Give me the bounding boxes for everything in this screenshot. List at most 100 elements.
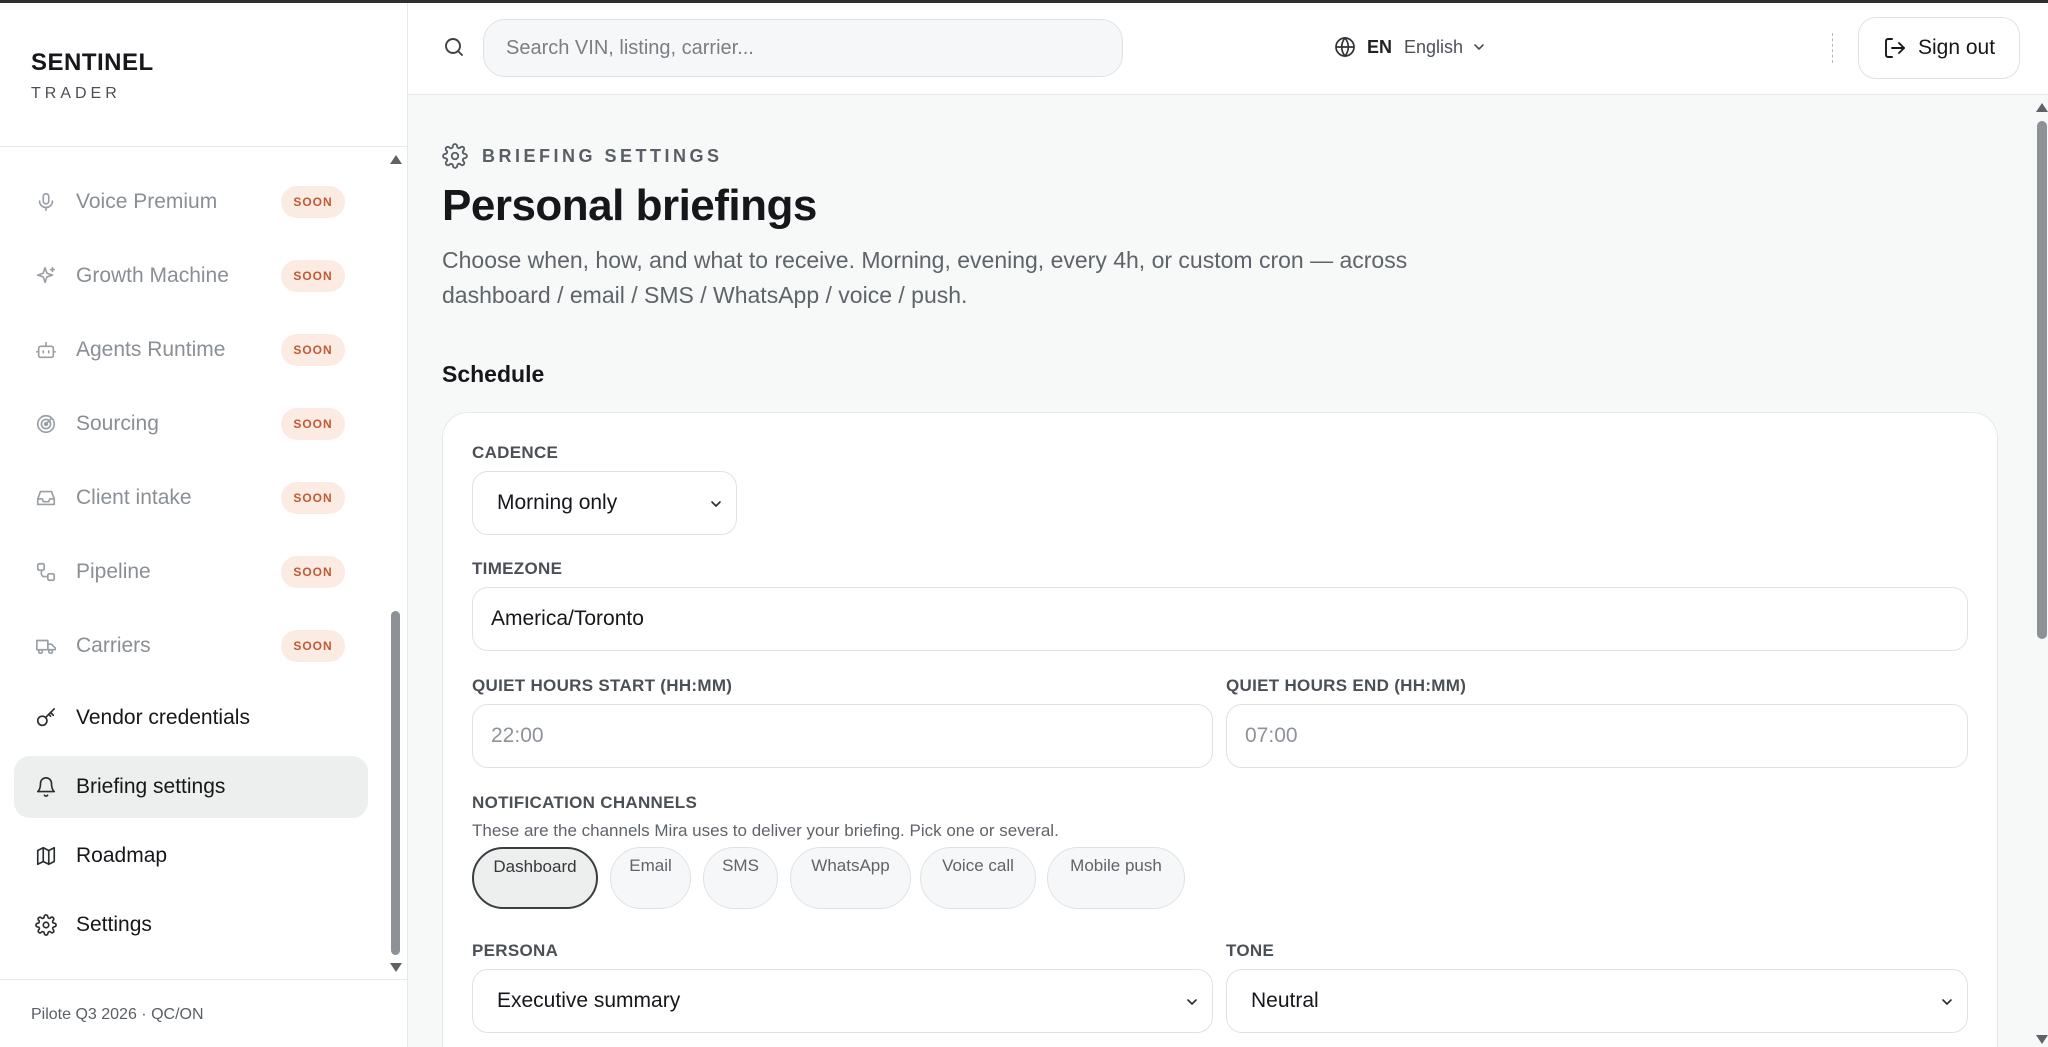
search-icon — [445, 38, 463, 56]
chevron-down-icon — [711, 501, 721, 507]
channel-chip-sms[interactable]: SMS — [703, 847, 778, 909]
page-title: Personal briefings — [442, 181, 817, 230]
language-code: EN — [1367, 36, 1393, 57]
persona-select[interactable]: Executive summary — [472, 969, 1213, 1033]
sidebar-item-label: Roadmap — [76, 844, 168, 867]
sidebar-item-label: Client intake — [76, 486, 192, 509]
workflow-icon — [36, 562, 56, 582]
sidebar-item-growth-machine[interactable]: Growth Machine SOON — [14, 245, 368, 307]
main-scroll-up-arrow[interactable] — [2036, 103, 2048, 112]
section-title: Schedule — [442, 361, 545, 387]
sidebar-item-briefing-settings[interactable]: Briefing settings — [14, 756, 368, 818]
persona-value: Executive summary — [497, 989, 681, 1012]
inbox-icon — [36, 490, 56, 506]
soon-badge: SOON — [281, 260, 345, 292]
soon-badge: SOON — [281, 408, 345, 440]
radar-icon — [36, 414, 56, 434]
sidebar-item-roadmap[interactable]: Roadmap — [14, 825, 368, 887]
tone-label: TONE — [1226, 941, 1275, 960]
eyebrow-text: BRIEFING SETTINGS — [482, 145, 723, 166]
quiet-hours-start-label: QUIET HOURS START (HH:MM) — [472, 676, 733, 695]
page-description: Choose when, how, and what to receive. M… — [442, 247, 1408, 308]
brand-name: SENTINEL — [31, 49, 154, 76]
channel-chip-dashboard[interactable]: Dashboard — [472, 847, 598, 909]
persona-label: PERSONA — [472, 941, 559, 960]
top-header: EN English Sign out — [408, 3, 2048, 95]
main-content: BRIEFING SETTINGS Personal briefings Cho… — [408, 95, 2048, 1047]
channel-chip-email[interactable]: Email — [610, 847, 691, 909]
sidebar-scroll-down-arrow[interactable] — [390, 963, 402, 972]
bell-icon — [36, 777, 56, 798]
sidebar-item-sourcing[interactable]: Sourcing SOON — [14, 393, 368, 455]
quiet-hours-start-input[interactable]: 22:00 — [472, 704, 1213, 768]
notification-channels-helper: These are the channels Mira uses to deli… — [472, 821, 1059, 840]
main-scrollbar-thumb[interactable] — [2037, 121, 2047, 639]
language-selector[interactable]: EN English — [1333, 35, 1487, 59]
channel-chip-label: WhatsApp — [811, 856, 890, 875]
tone-select[interactable]: Neutral — [1226, 969, 1968, 1033]
sidebar: SENTINEL TRADER Voice Premium SOON Growt… — [0, 3, 408, 1047]
channel-chip-label: SMS — [722, 856, 759, 875]
soon-badge: SOON — [281, 334, 345, 366]
tone-value: Neutral — [1251, 989, 1319, 1012]
sidebar-item-pipeline[interactable]: Pipeline SOON — [14, 541, 368, 603]
divider — [0, 146, 408, 147]
sidebar-item-settings[interactable]: Settings — [14, 894, 368, 956]
sidebar-item-label: Voice Premium — [76, 190, 218, 213]
sidebar-item-label: Settings — [76, 913, 152, 936]
log-out-icon — [1885, 38, 1905, 58]
gear-icon — [35, 914, 57, 936]
header-divider — [1832, 33, 1833, 63]
brand-logo[interactable]: SENTINEL TRADER — [31, 49, 154, 103]
sidebar-footer-text: Pilote Q3 2026 · QC/ON — [31, 1006, 204, 1023]
sidebar-item-label: Growth Machine — [76, 264, 229, 287]
channel-chip-whatsapp[interactable]: WhatsApp — [790, 847, 911, 909]
sidebar-item-vendor-credentials[interactable]: Vendor credentials — [14, 687, 368, 749]
key-icon — [36, 708, 56, 727]
quiet-hours-end-input[interactable]: 07:00 — [1226, 704, 1968, 768]
channel-chip-label: Mobile push — [1070, 856, 1162, 875]
chevron-down-icon — [1942, 999, 1952, 1005]
brand-sub: TRADER — [31, 85, 121, 102]
quiet-hours-end-label: QUIET HOURS END (HH:MM) — [1226, 676, 1467, 695]
sidebar-item-label: Briefing settings — [76, 775, 226, 798]
soon-badge: SOON — [281, 186, 345, 218]
cadence-select[interactable]: Morning only — [472, 471, 737, 535]
chevron-down-icon — [1187, 999, 1197, 1005]
sidebar-scrollbar-thumb[interactable] — [391, 611, 400, 955]
timezone-field[interactable]: America/Toronto — [472, 587, 1968, 651]
main-scroll-down-arrow[interactable] — [2036, 1035, 2048, 1044]
timezone-label: TIMEZONE — [472, 559, 563, 578]
soon-badge: SOON — [281, 482, 345, 514]
gear-icon — [442, 143, 468, 169]
sidebar-item-label: Vendor credentials — [76, 706, 250, 729]
globe-icon — [1335, 36, 1355, 58]
cadence-label: CADENCE — [472, 443, 559, 462]
sidebar-item-client-intake[interactable]: Client intake SOON — [14, 467, 368, 529]
quiet-hours-start-placeholder: 22:00 — [491, 724, 544, 747]
sidebar-item-agents-runtime[interactable]: Agents Runtime SOON — [14, 319, 368, 381]
timezone-value: America/Toronto — [491, 607, 644, 630]
channel-chip-voice-call[interactable]: Voice call — [920, 847, 1036, 909]
microphone-icon — [38, 192, 54, 212]
channel-chip-label: Dashboard — [493, 857, 577, 876]
sidebar-scroll-up-arrow[interactable] — [390, 155, 402, 164]
language-name: English — [1404, 36, 1464, 57]
quiet-hours-end-placeholder: 07:00 — [1245, 724, 1298, 747]
map-icon — [36, 846, 56, 866]
divider — [0, 979, 408, 980]
notification-channels-label: NOTIFICATION CHANNELS — [472, 793, 698, 812]
channel-chip-label: Email — [629, 856, 672, 875]
bot-icon — [36, 341, 56, 359]
sign-out-button[interactable]: Sign out — [1858, 17, 2020, 79]
search-input[interactable] — [483, 19, 1123, 77]
sidebar-item-voice-premium[interactable]: Voice Premium SOON — [14, 171, 368, 233]
sidebar-item-label: Agents Runtime — [76, 338, 226, 361]
sidebar-item-label: Sourcing — [76, 412, 159, 435]
sidebar-item-carriers[interactable]: Carriers SOON — [14, 615, 368, 677]
sidebar-item-label: Carriers — [76, 634, 151, 657]
schedule-card: CADENCE Morning only TIMEZONE America/To… — [442, 412, 1998, 1047]
cadence-value: Morning only — [497, 491, 618, 514]
channel-chip-mobile-push[interactable]: Mobile push — [1047, 847, 1185, 909]
truck-icon — [36, 639, 56, 655]
